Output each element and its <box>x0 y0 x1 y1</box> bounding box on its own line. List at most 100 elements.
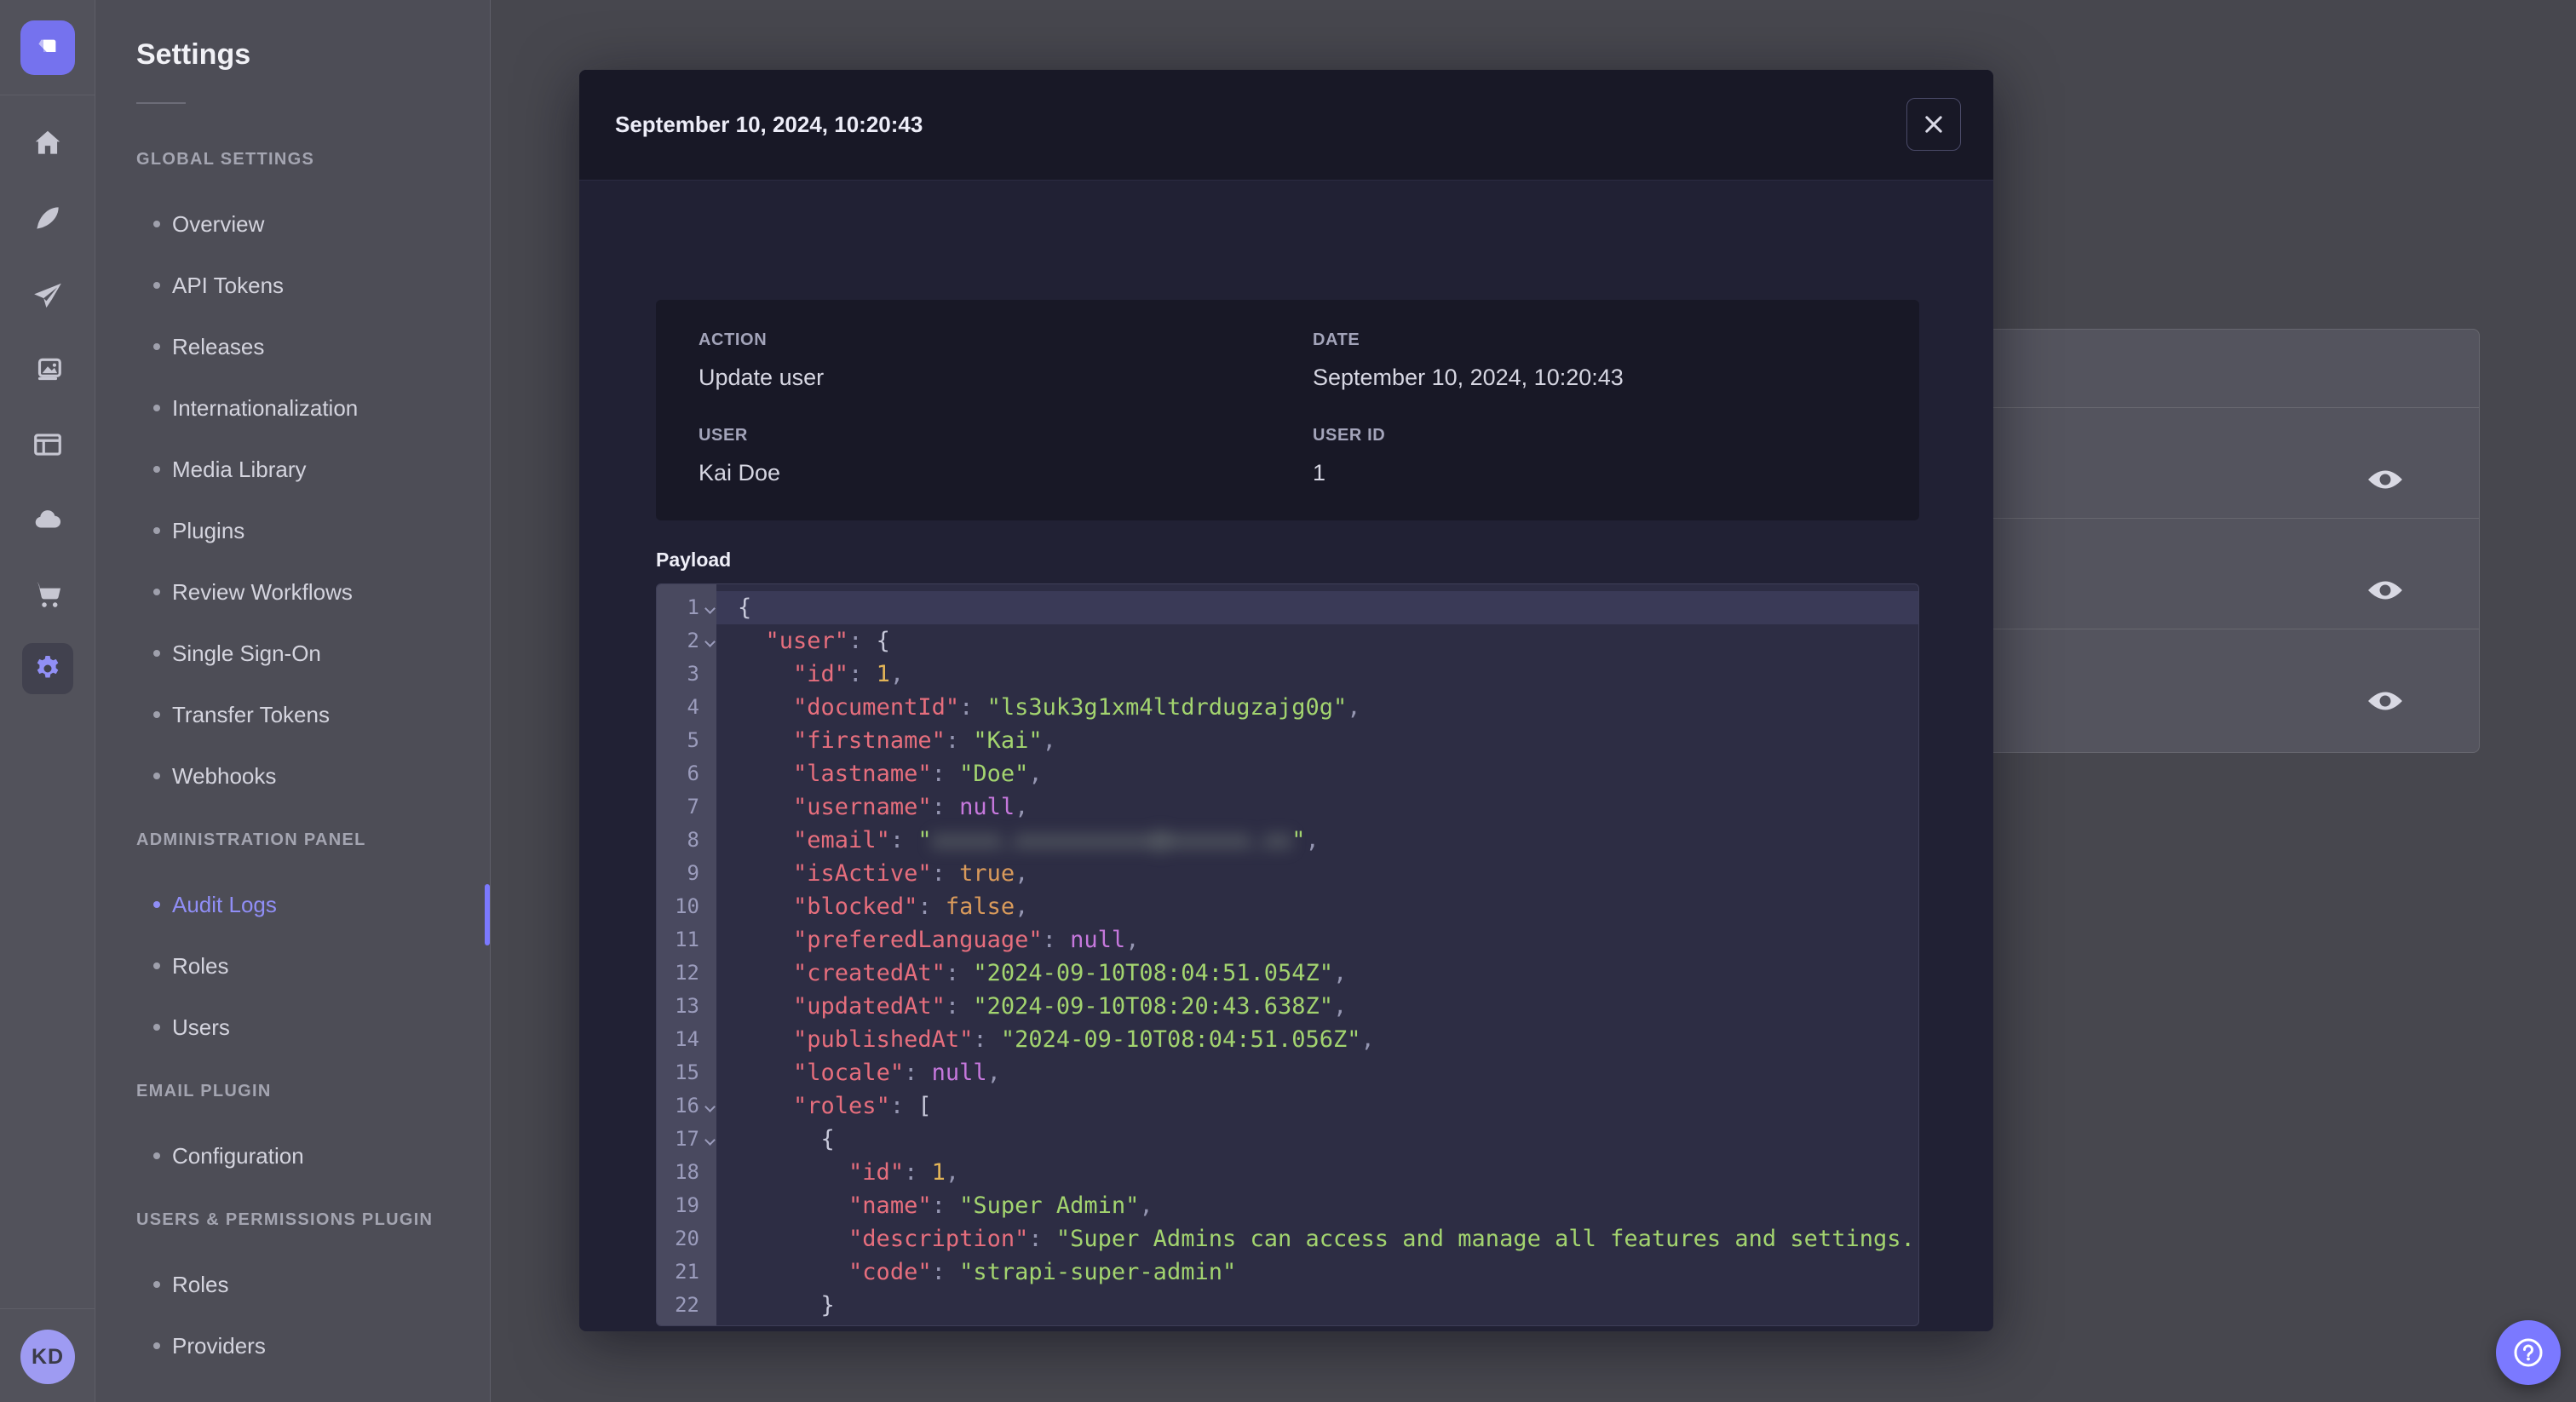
code-line: 15 "locale": null, <box>657 1056 1918 1089</box>
paper-plane-icon[interactable] <box>0 279 95 312</box>
code-line: 23 ], <box>657 1322 1918 1325</box>
sidebar-item-overview[interactable]: Overview <box>136 193 490 255</box>
code-line: 5 "firstname": "Kai", <box>657 724 1918 757</box>
fold-chevron-icon[interactable] <box>704 1135 716 1146</box>
sidebar-item-releases[interactable]: Releases <box>136 316 490 377</box>
email-redacted-blur: xxxxx.xxxxxxxxxx@xxxxxx.xx <box>931 827 1292 853</box>
home-icon[interactable] <box>0 127 95 159</box>
sidebar-item-audit-logs[interactable]: Audit Logs <box>136 874 490 935</box>
sidebar-item-review-workflows[interactable]: Review Workflows <box>136 561 490 623</box>
fold-chevron-icon[interactable] <box>704 603 716 614</box>
date-value: September 10, 2024, 10:20:43 <box>1313 365 1624 390</box>
sidebar-item-internationalization[interactable]: Internationalization <box>136 377 490 439</box>
help-button[interactable] <box>2496 1320 2561 1385</box>
code-text: "publishedAt": "2024-09-10T08:04:51.056Z… <box>793 1026 1375 1053</box>
code-line: 18 "id": 1, <box>657 1156 1918 1189</box>
code-line: 7 "username": null, <box>657 790 1918 824</box>
layout-icon[interactable] <box>0 428 95 461</box>
code-text: "documentId": "ls3uk3g1xm4ltdrdugzajg0g"… <box>793 694 1361 721</box>
strapi-logo-icon <box>38 39 56 52</box>
eye-icon[interactable] <box>2366 466 2405 493</box>
sidebar-item-users[interactable]: Users <box>136 997 490 1058</box>
code-line: 19 "name": "Super Admin", <box>657 1189 1918 1222</box>
eye-icon[interactable] <box>2366 577 2405 604</box>
line-number: 15 <box>675 1060 699 1084</box>
code-line: 16 "roles": [ <box>657 1089 1918 1123</box>
code-line: 12 "createdAt": "2024-09-10T08:04:51.054… <box>657 957 1918 990</box>
eye-icon[interactable] <box>2366 687 2405 715</box>
fold-chevron-icon[interactable] <box>704 1101 716 1112</box>
cart-icon[interactable] <box>0 577 95 610</box>
cloud-icon[interactable] <box>0 503 95 536</box>
sidebar-item-transfer-tokens[interactable]: Transfer Tokens <box>136 684 490 745</box>
line-number: 5 <box>687 728 699 752</box>
code-text: "id": 1, <box>793 661 905 687</box>
code-line: 14 "publishedAt": "2024-09-10T08:04:51.0… <box>657 1023 1918 1056</box>
log-details-modal: September 10, 2024, 10:20:43 Log Details… <box>579 70 1993 1331</box>
payload-code-editor[interactable]: 1{2 "user": {3 "id": 1, 4 "documentId": "… <box>656 583 1919 1326</box>
settings-nav-title: Settings <box>136 38 251 71</box>
code-text: "description": "Super Admins can access … <box>848 1226 1919 1252</box>
user-avatar[interactable]: KD <box>20 1330 75 1384</box>
code-text: "roles": [ <box>793 1093 932 1119</box>
code-line: 22 } <box>657 1289 1918 1322</box>
sidebar-item-api-tokens[interactable]: API Tokens <box>136 255 490 316</box>
nav-section-label: ADMINISTRATION PANEL <box>136 830 366 849</box>
sidebar-item-plugins[interactable]: Plugins <box>136 500 490 561</box>
line-number: 11 <box>675 928 699 951</box>
line-number: 4 <box>687 695 699 719</box>
code-text: "id": 1, <box>848 1159 960 1186</box>
code-line: 9 "isActive": true, <box>657 857 1918 890</box>
code-text: "code": "strapi-super-admin" <box>848 1259 1237 1285</box>
code-text: "name": "Super Admin", <box>848 1192 1153 1219</box>
sidebar-item-providers[interactable]: Providers <box>136 1315 490 1376</box>
code-text: ], <box>716 1322 1918 1325</box>
line-number: 3 <box>687 662 699 686</box>
code-line: 3 "id": 1, <box>657 658 1918 691</box>
code-text: { <box>716 591 1918 624</box>
code-text: "lastname": "Doe", <box>793 761 1043 787</box>
code-line: 21 "code": "strapi-super-admin" <box>657 1255 1918 1289</box>
log-details-panel: ACTION Update user DATE September 10, 20… <box>656 300 1919 520</box>
sidebar-item-single-sign-on[interactable]: Single Sign-On <box>136 623 490 684</box>
code-line: 4 "documentId": "ls3uk3g1xm4ltdrdugzajg0… <box>657 691 1918 724</box>
line-number: 2 <box>657 624 716 658</box>
sidebar-item-roles[interactable]: Roles <box>136 935 490 997</box>
code-line: 8 "email": "xxxxx.xxxxxxxxxx@xxxxxx.xx", <box>657 824 1918 857</box>
code-text: "updatedAt": "2024-09-10T08:20:43.638Z", <box>793 993 1348 1020</box>
user-id-value: 1 <box>1313 460 1326 486</box>
line-number: 6 <box>687 761 699 785</box>
sidebar-item-configuration[interactable]: Configuration <box>136 1125 490 1187</box>
nav-section-label: GLOBAL SETTINGS <box>136 150 315 169</box>
media-library-icon[interactable] <box>0 354 95 387</box>
code-line: 10 "blocked": false, <box>657 890 1918 923</box>
close-icon[interactable] <box>1906 98 1961 151</box>
line-number: 22 <box>675 1293 699 1317</box>
code-text: "user": { <box>765 628 890 654</box>
line-number: 20 <box>675 1227 699 1250</box>
code-text: "locale": null, <box>793 1060 1001 1086</box>
code-text: } <box>820 1292 835 1319</box>
line-number: 21 <box>675 1260 699 1284</box>
settings-gear-icon[interactable] <box>22 643 73 694</box>
settings-nav: Settings GLOBAL SETTINGS Overview API Toke… <box>95 0 491 1402</box>
line-number: 17 <box>657 1123 716 1156</box>
code-text: "firstname": "Kai", <box>793 727 1056 754</box>
code-line: 17 { <box>657 1123 1918 1156</box>
code-line: 6 "lastname": "Doe", <box>657 757 1918 790</box>
sidebar-item-roles[interactable]: Roles <box>136 1254 490 1315</box>
sidebar-item-media-library[interactable]: Media Library <box>136 439 490 500</box>
nav-scroll-indicator[interactable] <box>485 884 490 945</box>
line-number: 9 <box>687 861 699 885</box>
payload-label: Payload <box>656 549 732 571</box>
line-number: 16 <box>657 1089 716 1123</box>
fold-chevron-icon[interactable] <box>704 636 716 647</box>
code-text: "createdAt": "2024-09-10T08:04:51.054Z", <box>793 960 1348 986</box>
sidebar-item-webhooks[interactable]: Webhooks <box>136 745 490 807</box>
code-text: "username": null, <box>793 794 1029 820</box>
code-text: "blocked": false, <box>793 893 1029 920</box>
user-value: Kai Doe <box>699 460 781 486</box>
feather-icon[interactable] <box>0 202 95 234</box>
strapi-logo[interactable] <box>20 20 75 75</box>
line-number: 8 <box>687 828 699 852</box>
